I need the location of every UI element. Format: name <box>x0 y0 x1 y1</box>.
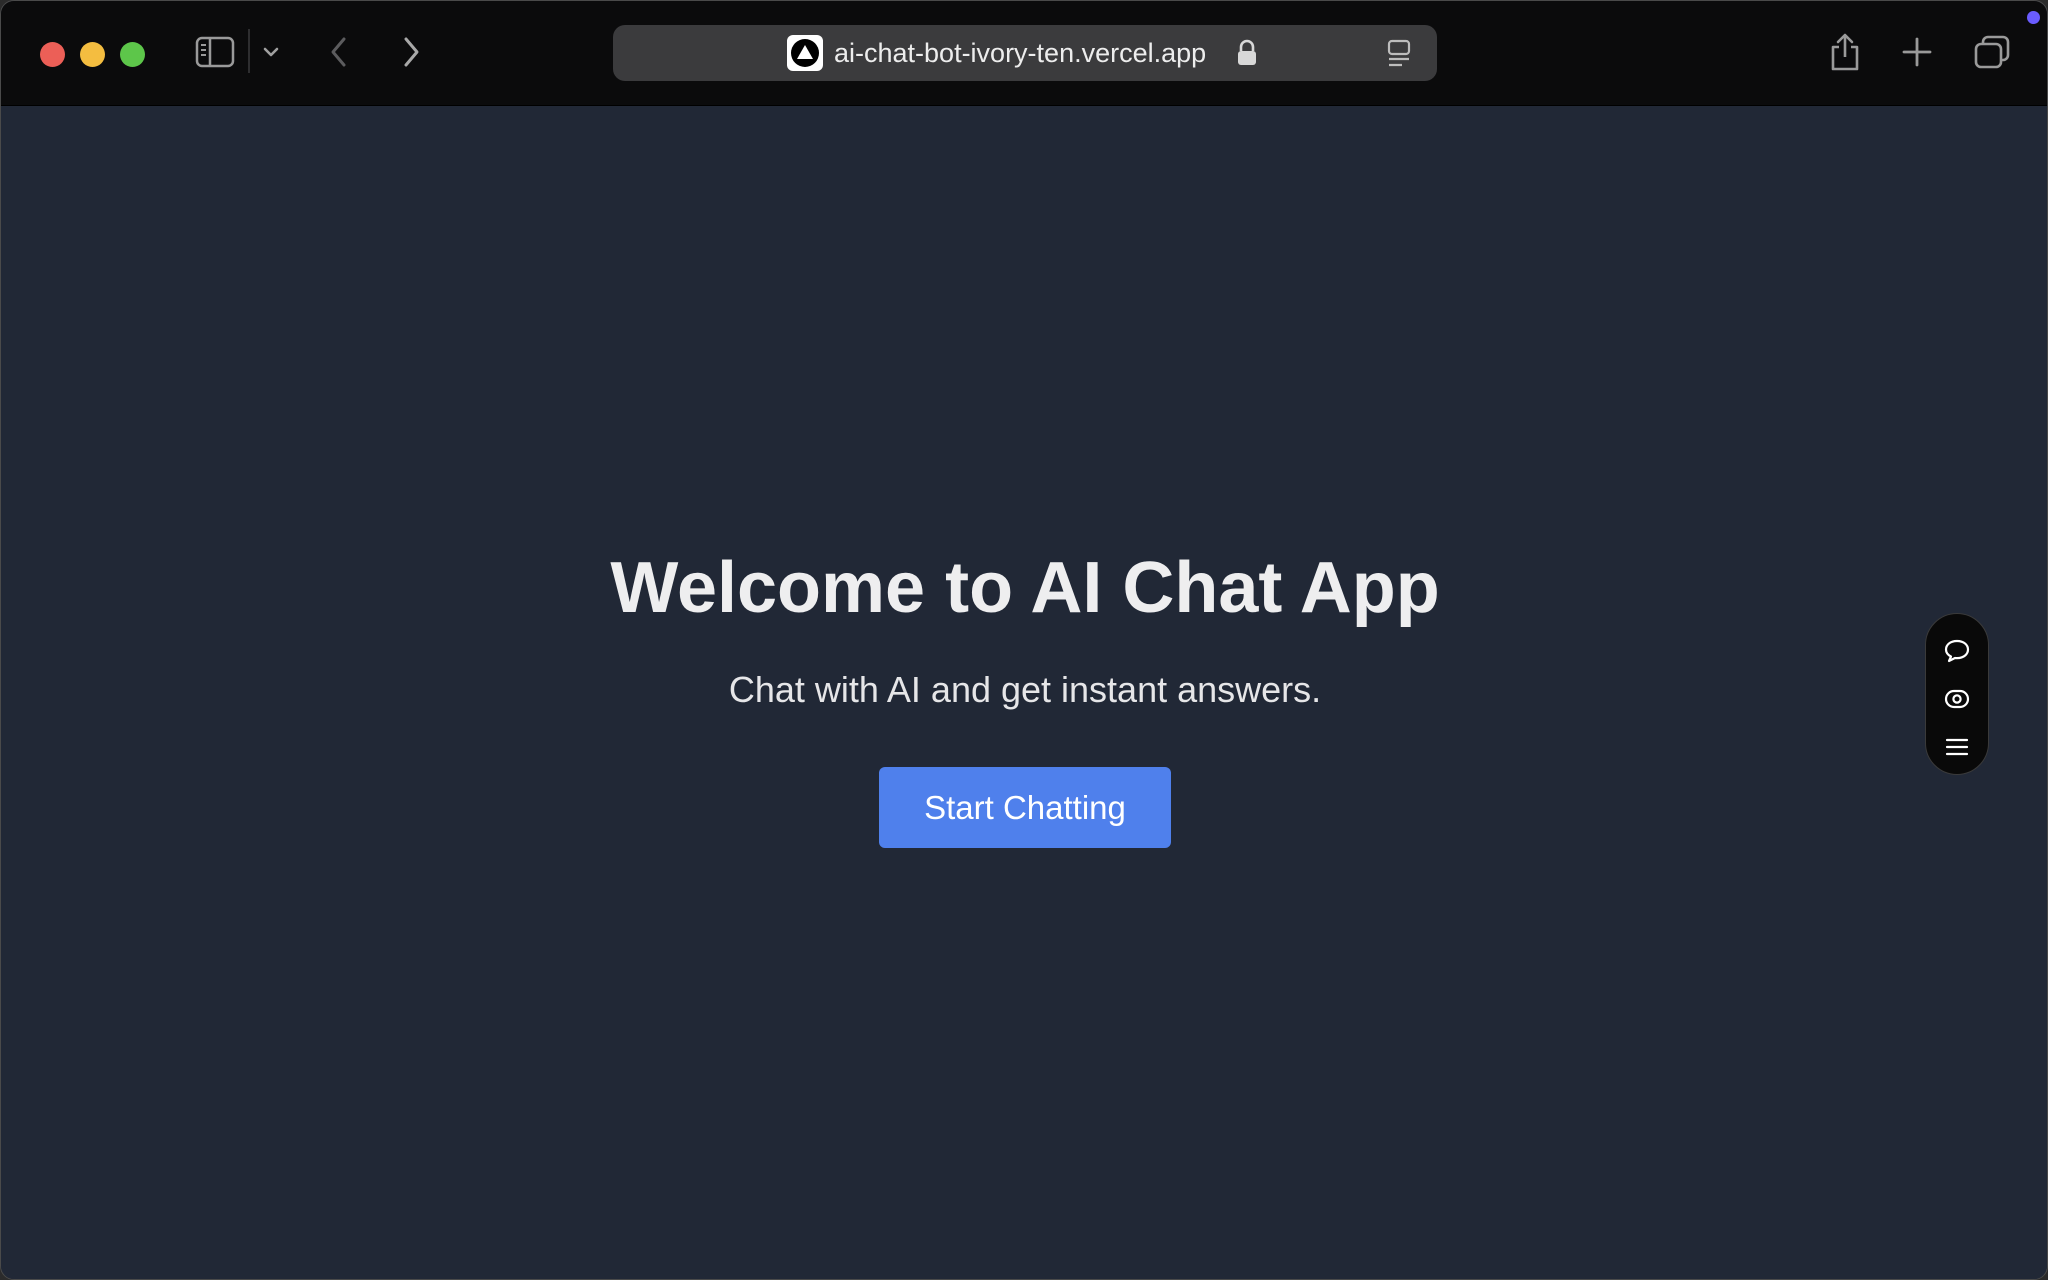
eye-icon[interactable] <box>1926 679 1988 719</box>
chevron-left-icon[interactable] <box>325 33 353 71</box>
floating-toolbar <box>1925 613 1989 775</box>
plus-icon[interactable] <box>1900 35 1934 69</box>
share-icon[interactable] <box>1827 31 1863 73</box>
tab-overview-icon[interactable] <box>1973 34 2011 70</box>
site-favicon-icon <box>787 35 823 71</box>
page-content: Welcome to AI Chat App Chat with AI and … <box>1 106 2047 1279</box>
minimize-window-button[interactable] <box>80 42 105 67</box>
sidebar-toggle-icon[interactable] <box>195 35 235 69</box>
zoom-window-button[interactable] <box>120 42 145 67</box>
chevron-down-icon[interactable] <box>260 41 282 63</box>
url-text[interactable]: ai-chat-bot-ivory-ten.vercel.app <box>834 37 1206 69</box>
chevron-right-icon[interactable] <box>397 33 425 71</box>
reader-mode-icon[interactable] <box>1387 38 1411 73</box>
lock-icon <box>1237 39 1257 72</box>
browser-toolbar: ai-chat-bot-ivory-ten.vercel.app <box>1 1 2047 106</box>
page-title: Welcome to AI Chat App <box>610 548 1440 628</box>
start-chatting-button[interactable]: Start Chatting <box>879 767 1171 848</box>
menu-icon[interactable] <box>1926 727 1988 767</box>
chat-bubble-icon[interactable] <box>1926 631 1988 671</box>
browser-window: ai-chat-bot-ivory-ten.vercel.app Welcome… <box>0 0 2048 1280</box>
close-window-button[interactable] <box>40 42 65 67</box>
page-subtitle: Chat with AI and get instant answers. <box>728 669 1322 710</box>
toolbar-divider <box>248 29 250 73</box>
notification-dot <box>2027 11 2040 24</box>
address-bar[interactable]: ai-chat-bot-ivory-ten.vercel.app <box>613 25 1437 81</box>
